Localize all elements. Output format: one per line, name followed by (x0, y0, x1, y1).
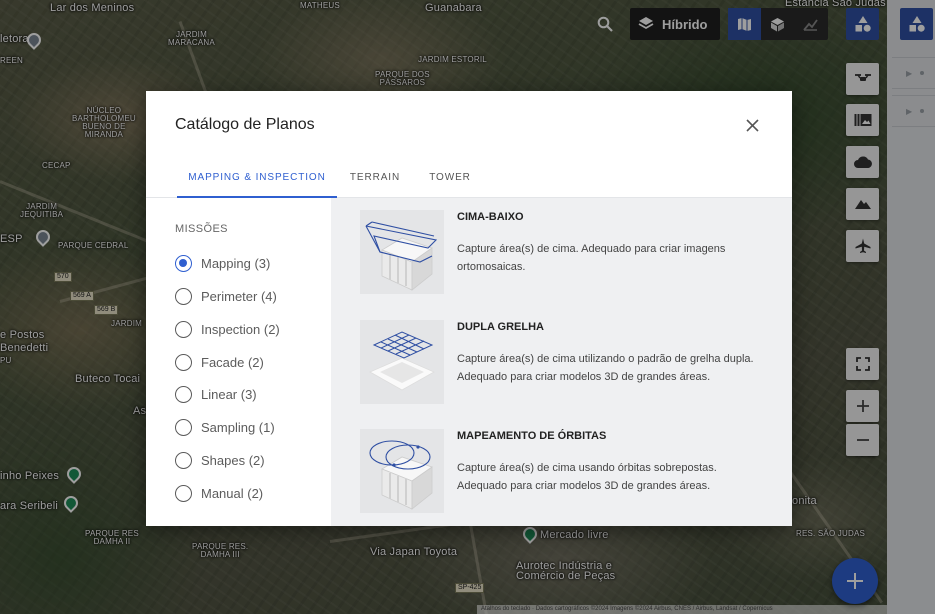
plan-card-mapeamento-orbitas[interactable]: MAPEAMENTO DE ÓRBITAS Capture área(s) de… (360, 429, 780, 515)
plan-category-tabs: MAPPING & INSPECTION TERRAIN TOWER (146, 164, 792, 198)
radio-button[interactable] (175, 254, 192, 272)
mission-option-facade[interactable]: Facade (2) (175, 352, 264, 372)
mission-option-perimeter[interactable]: Perimeter (4) (175, 286, 277, 306)
radio-button[interactable] (175, 484, 192, 502)
plan-title: CIMA-BAIXO (457, 211, 524, 223)
mission-label: Shapes (2) (201, 452, 265, 468)
close-button[interactable] (742, 115, 762, 135)
radio-button[interactable] (175, 287, 192, 305)
double-grid-icon (369, 331, 435, 391)
mission-option-inspection[interactable]: Inspection (2) (175, 319, 280, 339)
plan-thumbnail (360, 320, 444, 404)
plan-catalog-dialog: Catálogo de Planos MAPPING & INSPECTION … (146, 91, 792, 526)
tab-mapping-inspection[interactable]: MAPPING & INSPECTION (177, 164, 337, 198)
radio-button[interactable] (175, 451, 192, 469)
radio-button[interactable] (175, 418, 192, 436)
mission-option-manual[interactable]: Manual (2) (175, 483, 263, 503)
missions-heading: MISSÕES (175, 223, 228, 235)
plan-description: Capture área(s) de cima utilizando o pad… (457, 353, 754, 383)
mission-label: Inspection (2) (201, 321, 280, 337)
radio-button[interactable] (175, 353, 192, 371)
radio-button[interactable] (175, 385, 192, 403)
plan-card-cima-baixo[interactable]: CIMA-BAIXO Capture área(s) de cima. Adeq… (360, 210, 780, 296)
plan-title: MAPEAMENTO DE ÓRBITAS (457, 430, 607, 442)
mission-option-shapes[interactable]: Shapes (2) (175, 450, 265, 470)
tab-terrain[interactable]: TERRAIN (345, 164, 405, 198)
plan-templates-panel: CIMA-BAIXO Capture área(s) de cima. Adeq… (331, 198, 792, 526)
plan-title: DUPLA GRELHA (457, 321, 544, 333)
plan-description: Capture área(s) de cima. Adequado para c… (457, 243, 726, 273)
mission-label: Linear (3) (201, 386, 257, 402)
building-top-down-icon (365, 221, 438, 291)
radio-button[interactable] (175, 320, 192, 338)
tab-tower[interactable]: TOWER (424, 164, 476, 198)
dialog-title: Catálogo de Planos (175, 116, 315, 133)
mission-label: Sampling (1) (201, 419, 275, 435)
mission-option-sampling[interactable]: Sampling (1) (175, 417, 275, 437)
close-icon (745, 118, 759, 132)
plan-thumbnail (360, 210, 444, 294)
mission-option-linear[interactable]: Linear (3) (175, 384, 257, 404)
mission-label: Manual (2) (201, 485, 264, 501)
mission-label: Mapping (3) (201, 255, 271, 271)
missions-list: MISSÕES Mapping (3) Perimeter (4) Inspec… (146, 198, 331, 526)
mission-label: Perimeter (4) (201, 288, 277, 304)
plan-description: Capture área(s) de cima usando órbitas s… (457, 462, 717, 492)
plan-card-dupla-grelha[interactable]: DUPLA GRELHA Capture área(s) de cima uti… (360, 320, 780, 406)
plan-thumbnail (360, 429, 444, 513)
orbit-mapping-icon (369, 440, 433, 510)
mission-label: Facade (2) (201, 354, 264, 370)
mission-option-mapping[interactable]: Mapping (3) (175, 253, 270, 273)
